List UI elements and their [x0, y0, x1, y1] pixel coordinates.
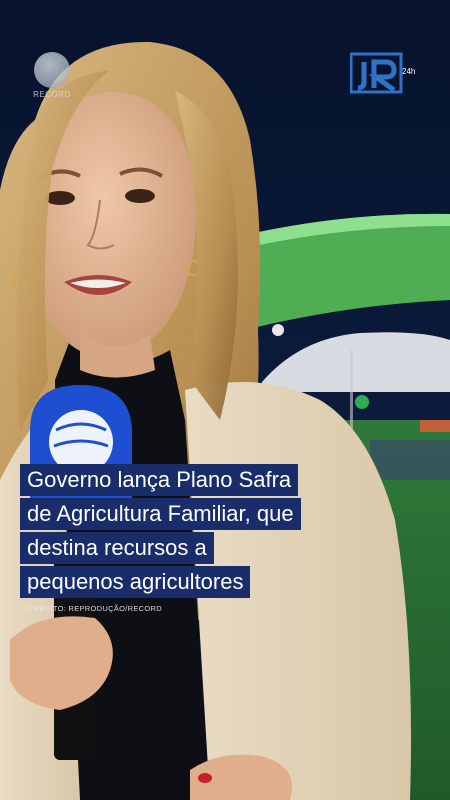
right-eye [125, 189, 155, 203]
jr24h-logo: 24h [349, 52, 420, 96]
headline-line-4: pequenos agricultores [20, 566, 251, 598]
left-eye [45, 191, 75, 205]
headline-line-3: destina recursos a [20, 532, 214, 564]
jr-suffix: 24h [402, 67, 415, 76]
record-logo: RECORD [30, 52, 74, 99]
news-scene [0, 0, 450, 800]
headline-line-1: Governo lança Plano Safra [20, 464, 299, 496]
video-frame: RECORD 24h Governo lança Plano Safra de … [0, 0, 450, 800]
record-logo-text: RECORD [33, 90, 71, 99]
image-credit: CRÉDITO: REPRODUÇÃO/RECORD [28, 604, 162, 613]
light [272, 324, 284, 336]
headline-caption: Governo lança Plano Safra de Agricultura… [20, 464, 420, 600]
headline-line-2: de Agricultura Familiar, que [20, 498, 301, 530]
jr-logo-mark: 24h [349, 52, 415, 94]
record-disc-icon [34, 52, 70, 88]
